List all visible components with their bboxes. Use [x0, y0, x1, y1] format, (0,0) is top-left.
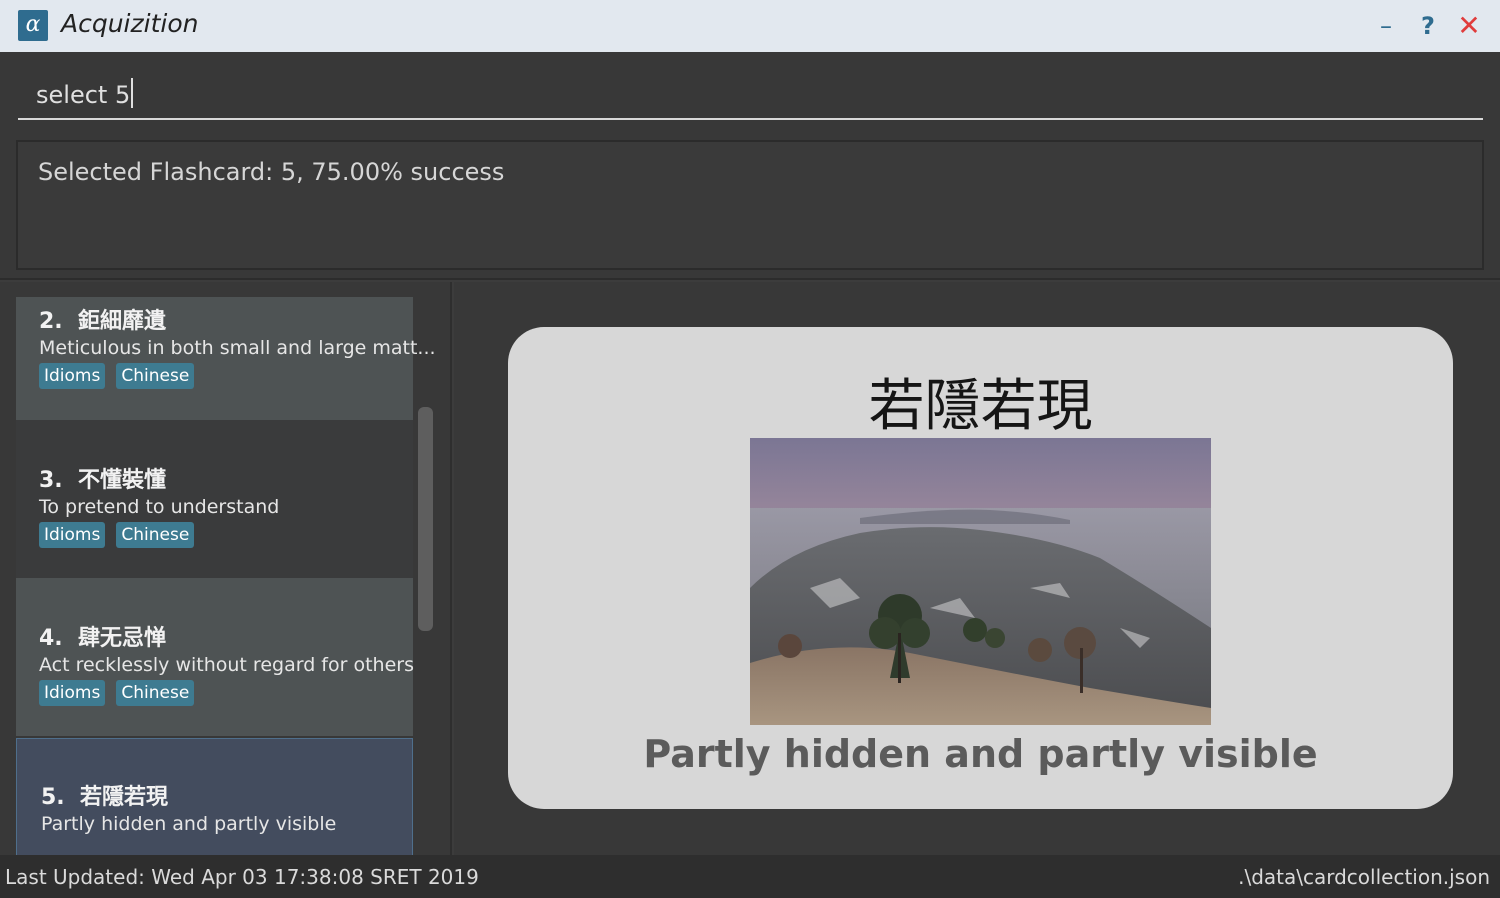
tag-badge: Chinese: [116, 522, 195, 548]
card-tags: Idioms Chinese: [39, 680, 195, 706]
command-bar: select 5: [0, 52, 1500, 128]
title-bar: α Acquizition – ? ✕: [0, 0, 1500, 52]
list-scrollbar[interactable]: [418, 407, 433, 631]
list-item-selected[interactable]: 5. 若隱若現 Partly hidden and partly visible: [16, 738, 413, 855]
card-definition: Partly hidden and partly visible: [41, 813, 337, 835]
result-text: Selected Flashcard: 5, 75.00% success: [38, 158, 505, 186]
help-button[interactable]: ?: [1413, 10, 1443, 42]
tag-badge: Idioms: [39, 522, 106, 548]
flashcard-question: 若隱若現: [868, 374, 1093, 439]
list-item[interactable]: 3. 不懂裝懂 To pretend to understand Idioms …: [16, 420, 413, 578]
card-definition: Act recklessly without regard for others: [39, 654, 414, 676]
file-path-text: .\data\cardcollection.json: [1238, 865, 1490, 889]
tag-badge: Chinese: [116, 680, 195, 706]
list-item[interactable]: 2. 鉅細靡遺 Meticulous in both small and lar…: [16, 297, 436, 420]
tag-badge: Idioms: [39, 680, 106, 706]
flashcard-list[interactable]: 2. 鉅細靡遺 Meticulous in both small and lar…: [0, 282, 452, 855]
card-index: 4.: [39, 626, 63, 651]
minimize-button[interactable]: –: [1371, 10, 1401, 42]
card-title: 5. 若隱若現: [41, 779, 168, 811]
mountain-landscape-image: [750, 438, 1211, 725]
alpha-icon: α: [18, 10, 48, 41]
card-title: 2. 鉅細靡遺: [39, 303, 166, 335]
card-definition: Meticulous in both small and large matt.…: [39, 337, 436, 359]
last-updated-text: Last Updated: Wed Apr 03 17:38:08 SRET 2…: [5, 865, 479, 889]
close-button[interactable]: ✕: [1454, 10, 1484, 42]
card-index: 2.: [39, 309, 63, 334]
flashcard-answer: Partly hidden and partly visible: [643, 732, 1318, 776]
card-question: 不懂裝懂: [78, 468, 167, 493]
tag-badge: Chinese: [116, 363, 195, 389]
status-bar: Last Updated: Wed Apr 03 17:38:08 SRET 2…: [0, 855, 1500, 898]
card-tags: Idioms Chinese: [39, 522, 195, 548]
flashcard-image: [750, 438, 1211, 725]
app-title: Acquizition: [61, 9, 199, 38]
result-panel: Selected Flashcard: 5, 75.00% success: [0, 128, 1500, 280]
card-index: 3.: [39, 468, 63, 493]
flashcard: 若隱若現 Partly hidden and partly visible: [508, 327, 1453, 809]
result-display: Selected Flashcard: 5, 75.00% success: [16, 140, 1484, 270]
card-question: 肆无忌惮: [78, 626, 167, 651]
command-input[interactable]: select 5: [18, 70, 1483, 120]
list-item[interactable]: 4. 肆无忌惮 Act recklessly without regard fo…: [16, 578, 414, 736]
card-index: 5.: [41, 785, 65, 810]
tag-badge: Idioms: [39, 363, 106, 389]
card-title: 3. 不懂裝懂: [39, 462, 166, 494]
card-definition: To pretend to understand: [39, 496, 280, 518]
card-tags: Idioms Chinese: [39, 363, 195, 389]
command-input-text: select 5: [36, 81, 131, 109]
card-question: 鉅細靡遺: [78, 309, 167, 334]
flashcard-detail-panel: 若隱若現 Partly hidden and partly visible: [454, 282, 1500, 855]
text-caret: [131, 78, 134, 108]
card-title: 4. 肆无忌惮: [39, 620, 166, 652]
card-question: 若隱若現: [80, 785, 169, 810]
